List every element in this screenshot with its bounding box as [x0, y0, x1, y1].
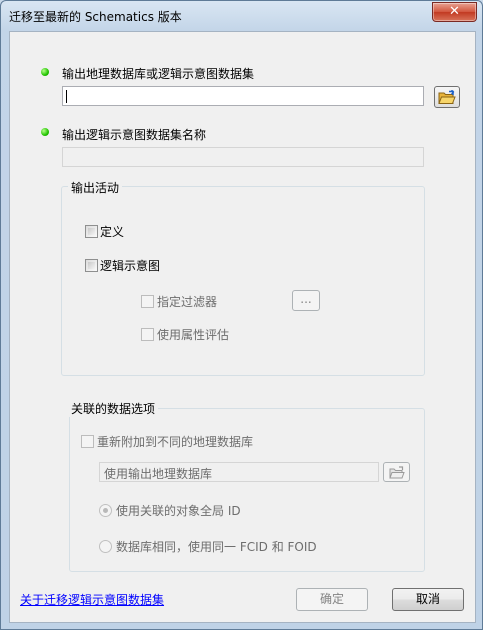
definition-checkbox[interactable]	[85, 225, 98, 238]
same-db-radio[interactable]	[99, 540, 112, 553]
global-id-radio[interactable]	[99, 504, 112, 517]
reattach-gdb-value: 使用输出地理数据库	[104, 467, 213, 481]
output-activity-group	[61, 186, 425, 376]
output-gdb-input[interactable]	[62, 86, 424, 106]
attribute-eval-label: 使用属性评估	[157, 328, 230, 342]
filter-label: 指定过滤器	[157, 295, 218, 309]
open-folder-icon	[438, 89, 456, 104]
diagram-label: 逻辑示意图	[100, 259, 161, 273]
attribute-eval-checkbox[interactable]	[141, 328, 154, 341]
open-folder-icon	[388, 465, 405, 478]
output-activity-title: 输出活动	[68, 179, 123, 196]
associated-data-title: 关联的数据选项	[68, 400, 159, 417]
browse-gdb-button[interactable]	[434, 86, 460, 108]
close-button[interactable]: ✕	[432, 2, 477, 22]
dialog-client: 输出地理数据库或逻辑示意图数据集 输出逻辑示意图数据集名称 输出活动 定义 逻辑…	[9, 31, 476, 623]
required-status-dot-icon	[41, 128, 49, 136]
text-caret	[66, 90, 67, 103]
same-db-label: 数据库相同，使用同一 FCID 和 FOID	[116, 540, 317, 554]
output-gdb-label: 输出地理数据库或逻辑示意图数据集	[62, 67, 255, 81]
ok-button[interactable]: 确定	[296, 588, 368, 611]
browse-reattach-button[interactable]	[383, 462, 410, 482]
output-name-input[interactable]	[62, 147, 424, 167]
dialog-window: 迁移至最新的 Schematics 版本 ✕ 输出地理数据库或逻辑示意图数据集 …	[0, 0, 483, 630]
dialog-title: 迁移至最新的 Schematics 版本	[9, 10, 182, 24]
diagram-checkbox[interactable]	[85, 259, 98, 272]
help-link[interactable]: 关于迁移逻辑示意图数据集	[20, 591, 164, 608]
close-icon: ✕	[449, 4, 460, 19]
filter-checkbox[interactable]	[141, 295, 154, 308]
required-status-dot-icon	[41, 68, 49, 76]
reattach-checkbox[interactable]	[81, 435, 94, 448]
definition-label: 定义	[100, 225, 125, 239]
cancel-button[interactable]: 取消	[392, 588, 464, 611]
global-id-label: 使用关联的对象全局 ID	[116, 504, 241, 518]
reattach-gdb-input[interactable]: 使用输出地理数据库	[99, 462, 379, 482]
filter-options-button[interactable]: ...	[292, 290, 320, 311]
reattach-label: 重新附加到不同的地理数据库	[97, 435, 254, 449]
output-name-label: 输出逻辑示意图数据集名称	[62, 128, 207, 142]
